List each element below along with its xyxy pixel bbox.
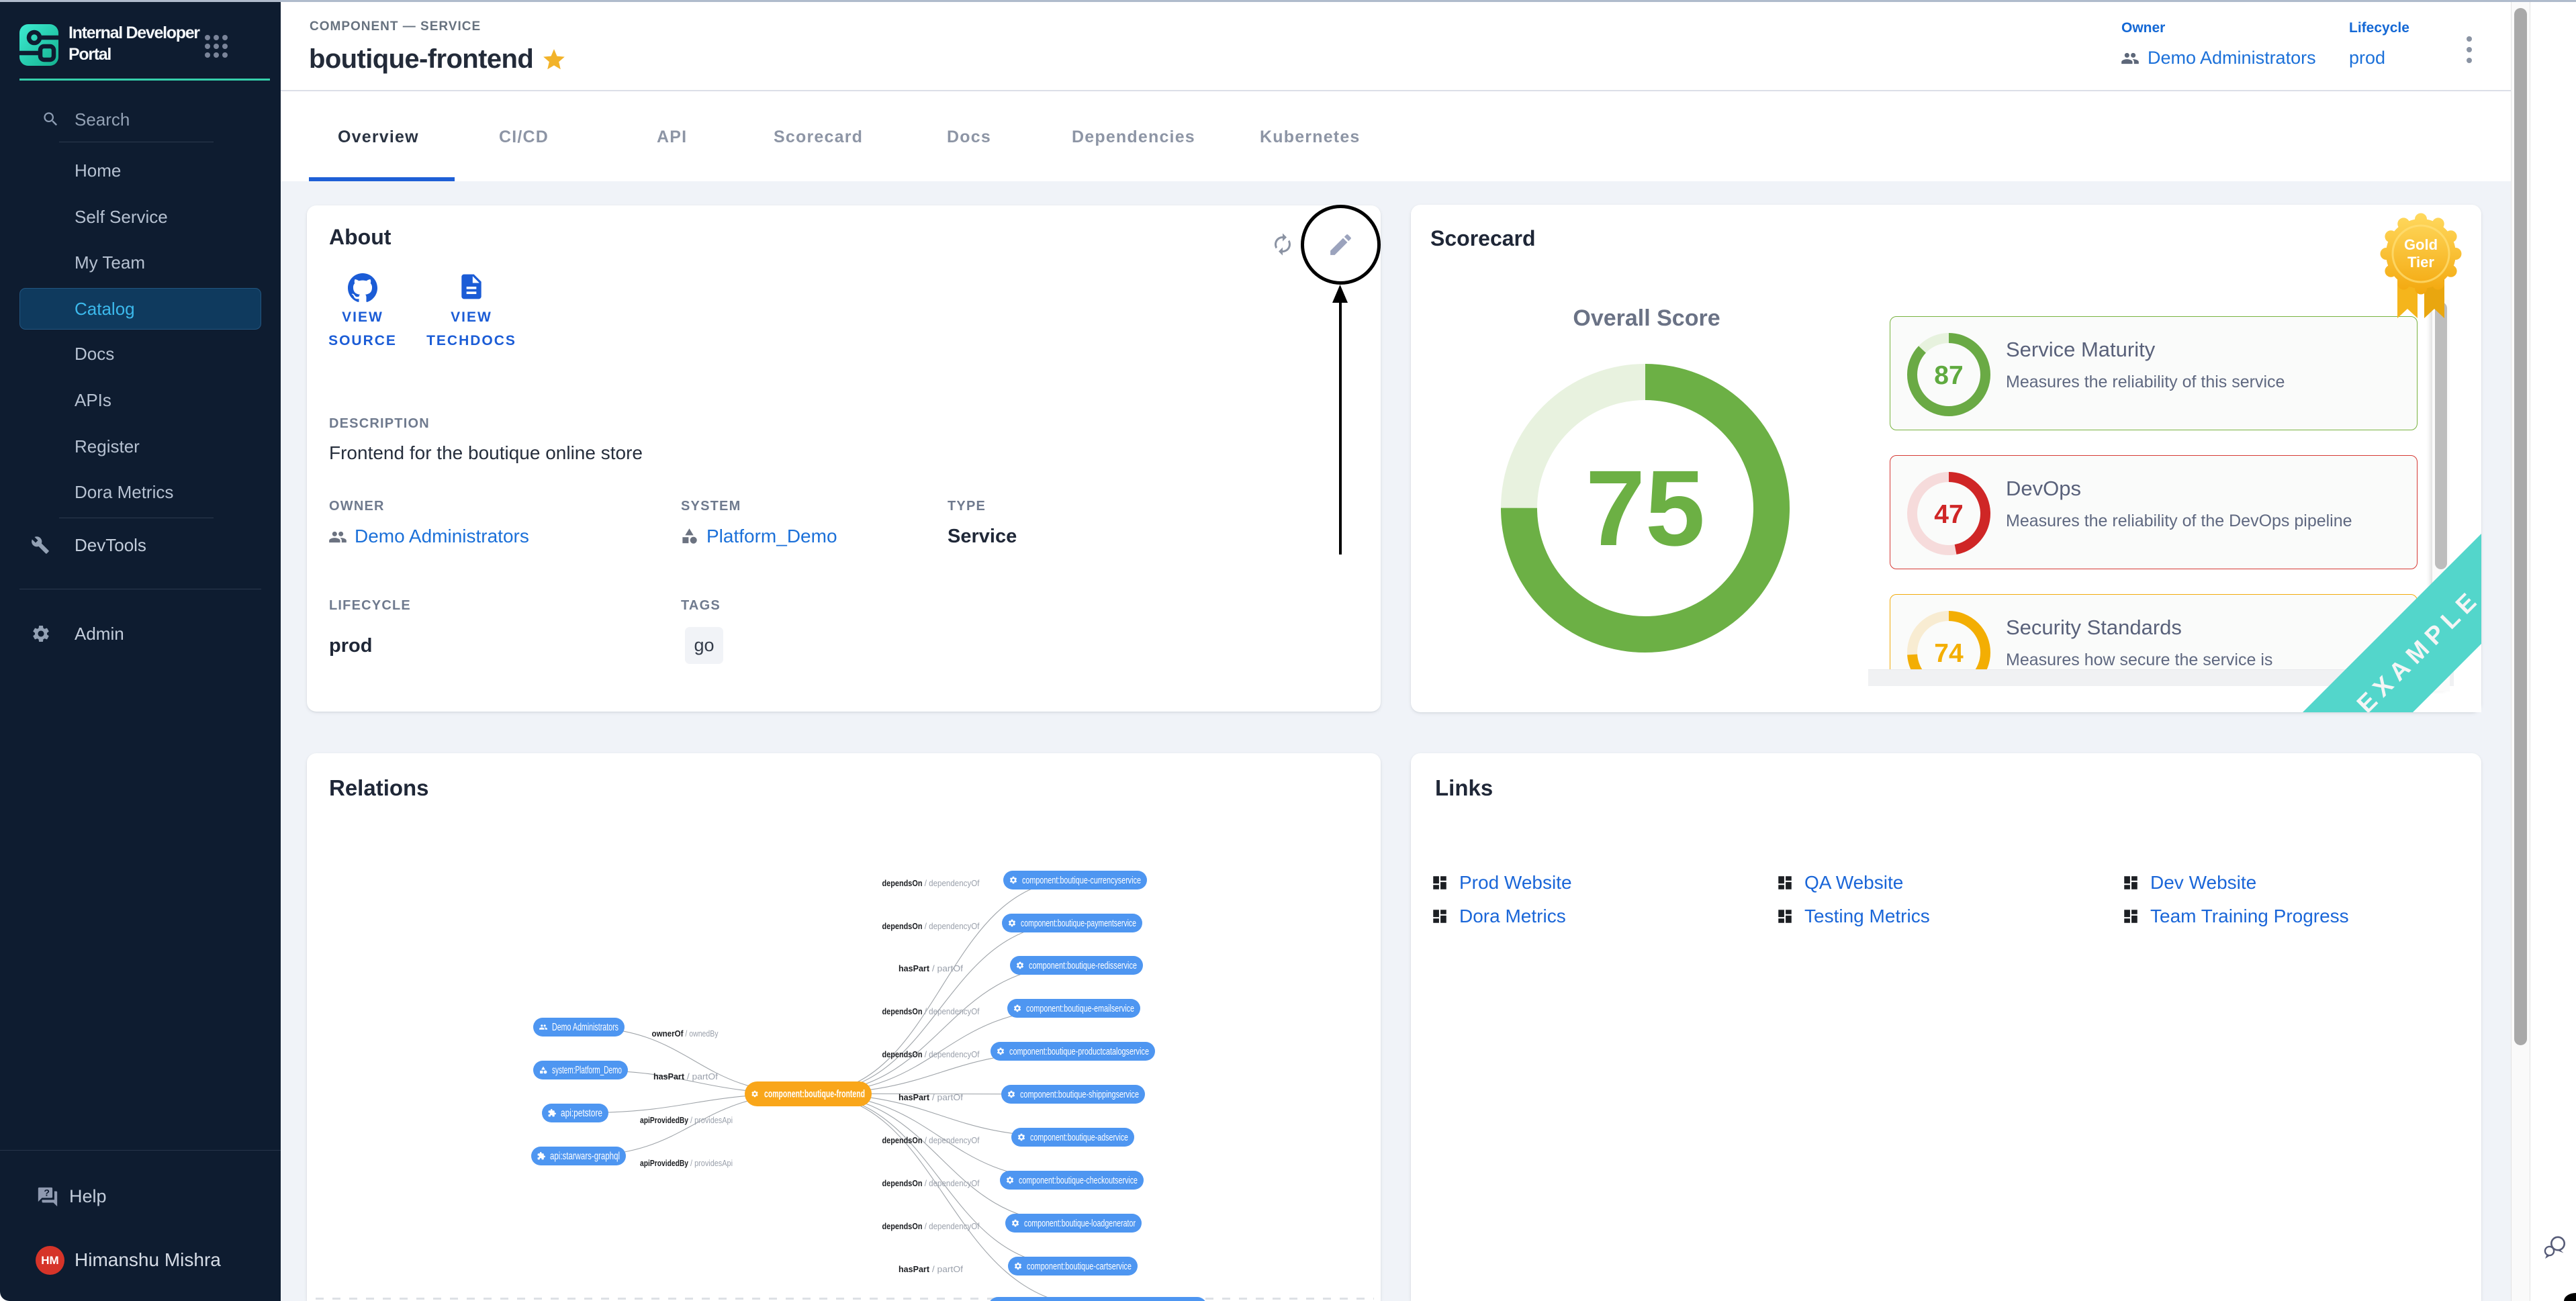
svg-text:dependsOn: dependsOn [882, 878, 923, 888]
svg-text:dependsOn: dependsOn [882, 1006, 923, 1016]
svg-text:ownerOf: ownerOf [652, 1028, 684, 1039]
svg-text:hasPart: hasPart [653, 1071, 685, 1081]
svg-text:component:boutique-paymentserv: component:boutique-paymentservice [1021, 918, 1136, 929]
svg-text:/ partOf: / partOf [929, 1092, 963, 1102]
svg-text:/ providesApi: / providesApi [688, 1158, 733, 1168]
svg-text:/ partOf: / partOf [684, 1071, 718, 1081]
svg-text:component:boutique-shippingser: component:boutique-shippingservice [1020, 1089, 1139, 1100]
svg-text:/ partOf: / partOf [929, 1264, 963, 1274]
svg-text:/ dependencyOf: / dependencyOf [923, 878, 980, 888]
svg-text:component:boutique-loadgenerat: component:boutique-loadgenerator [1024, 1218, 1136, 1229]
svg-text:dependsOn: dependsOn [882, 921, 923, 931]
svg-text:component:boutique-currencyser: component:boutique-currencyservice [1022, 875, 1141, 886]
svg-text:/ dependencyOf: / dependencyOf [923, 1049, 980, 1059]
svg-text:component:boutique-cartservice: component:boutique-cartservice [1027, 1261, 1132, 1272]
svg-text:system:Platform_Demo: system:Platform_Demo [552, 1065, 622, 1076]
svg-text:dependsOn: dependsOn [882, 1135, 923, 1145]
svg-text:apiProvidedBy: apiProvidedBy [640, 1115, 689, 1125]
svg-text:component:boutique-checkoutser: component:boutique-checkoutservice [1019, 1175, 1138, 1186]
svg-text:?: ? [44, 1188, 50, 1199]
svg-text:apiProvidedBy: apiProvidedBy [640, 1158, 689, 1168]
svg-text:hasPart: hasPart [899, 1264, 930, 1274]
svg-text:/ dependencyOf: / dependencyOf [923, 1178, 980, 1188]
svg-text:hasPart: hasPart [899, 1092, 930, 1102]
svg-text:component:boutique-frontend: component:boutique-frontend [764, 1089, 865, 1100]
svg-text:/ providesApi: / providesApi [688, 1115, 733, 1125]
svg-text:Demo Administrators: Demo Administrators [552, 1022, 618, 1033]
svg-text:/ dependencyOf: / dependencyOf [923, 1006, 980, 1016]
svg-text:/ dependencyOf: / dependencyOf [923, 1221, 980, 1231]
svg-text:api:petstore: api:petstore [561, 1108, 602, 1119]
svg-text:dependsOn: dependsOn [882, 1178, 923, 1188]
svg-text:component:boutique-productcata: component:boutique-productcatalogservice [1009, 1046, 1149, 1057]
svg-text:component:boutique-redisservic: component:boutique-redisservice [1029, 960, 1137, 971]
svg-text:/ partOf: / partOf [929, 963, 963, 973]
svg-text:/ dependencyOf: / dependencyOf [923, 921, 980, 931]
svg-text:hasPart: hasPart [899, 963, 930, 973]
svg-text:dependsOn: dependsOn [882, 1221, 923, 1231]
svg-text:api:starwars-graphql: api:starwars-graphql [550, 1151, 620, 1162]
svg-text:/ ownedBy: / ownedBy [684, 1028, 719, 1039]
svg-text:/ dependencyOf: / dependencyOf [923, 1135, 980, 1145]
svg-text:component:boutique-adservice: component:boutique-adservice [1030, 1132, 1128, 1143]
svg-text:component:boutique-emailservic: component:boutique-emailservice [1026, 1003, 1134, 1014]
svg-text:dependsOn: dependsOn [882, 1049, 923, 1059]
